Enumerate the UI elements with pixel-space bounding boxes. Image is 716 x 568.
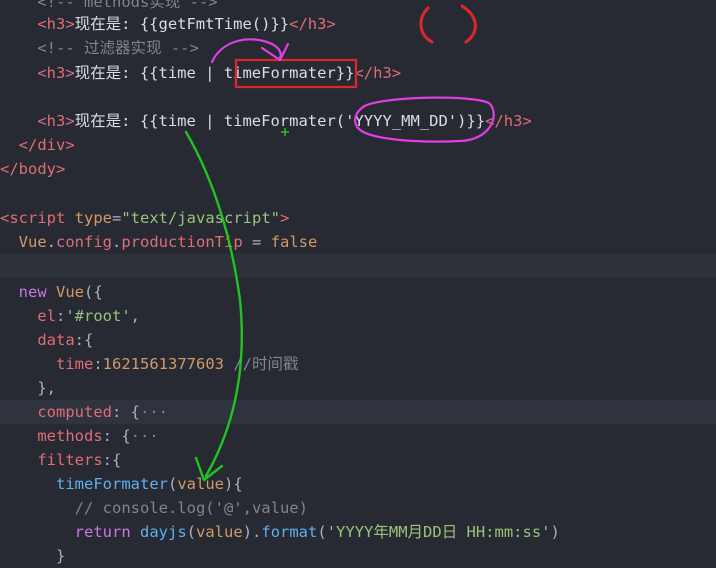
vue-class: Vue — [56, 283, 85, 301]
html-comment: <!-- 过滤器实现 --> — [37, 39, 199, 57]
time-key: time — [56, 355, 94, 373]
code-line: return dayjs(value).format('YYYY年MM月DD日 … — [0, 520, 716, 544]
h3-open-tag: <h3> — [37, 112, 75, 130]
code-line: </body> — [0, 157, 716, 181]
computed-key: computed — [37, 403, 112, 421]
h3-open-tag: <h3> — [37, 64, 75, 82]
h3-text: 现在是: {{time | — [74, 64, 224, 82]
h3-text: 现在是: {{getFmtTime()}} — [74, 15, 290, 33]
line-comment: // console.log('@',value) — [74, 499, 308, 517]
dayjs-call: dayjs — [140, 523, 187, 541]
dot: . — [46, 233, 57, 251]
methods-key: methods — [37, 427, 103, 445]
current-line — [0, 254, 716, 278]
code-line: timeFormater(value){ — [0, 472, 716, 496]
filter-name: timeFormater — [223, 112, 336, 130]
h3-close-tag: </h3> — [354, 64, 402, 82]
h3-text: }} — [466, 112, 486, 130]
attribute-value: "text/javascript" — [121, 209, 280, 227]
code-line: <!-- 过滤器实现 --> — [0, 36, 716, 60]
colon: : — [93, 355, 103, 373]
argument: value — [196, 523, 243, 541]
return-keyword: return — [74, 523, 131, 541]
punctuation: ({ — [84, 283, 103, 301]
punctuation: } — [56, 547, 66, 565]
code-line: <script type="text/javascript"> — [0, 206, 716, 230]
code-line: time:1621561377603 //时间戳 — [0, 352, 716, 376]
code-line: data:{ — [0, 328, 716, 352]
dot: . — [112, 233, 122, 251]
code-line: }, — [0, 376, 716, 400]
punctuation: :{ — [102, 451, 122, 469]
punctuation: :{ — [74, 331, 94, 349]
tag-end: > — [279, 209, 290, 227]
production-tip-property: productionTip — [121, 233, 243, 251]
format-string: 'YYYY年MM月DD日 HH:mm:ss' — [326, 523, 551, 541]
timestamp-number: 1621561377603 — [102, 355, 224, 373]
filter-argument: ('YYYY_MM_DD') — [335, 112, 467, 130]
code-line: // console.log('@',value) — [0, 496, 716, 520]
el-value: '#root' — [65, 307, 131, 325]
div-close-tag: </div> — [18, 136, 75, 154]
filters-key: filters — [37, 451, 103, 469]
punctuation: ). — [242, 523, 262, 541]
body-close-tag: </body> — [0, 160, 66, 178]
code-line: } — [0, 544, 716, 568]
h3-open-tag: <h3> — [37, 15, 75, 33]
punctuation: ( — [317, 523, 327, 541]
line-comment: //时间戳 — [224, 355, 299, 373]
h3-text: }} — [335, 64, 355, 82]
filter-name: timeFormater — [223, 64, 336, 82]
h3-close-tag: </h3> — [289, 15, 336, 33]
format-call: format — [261, 523, 318, 541]
h3-close-tag: </h3> — [485, 112, 532, 130]
parameter: value — [177, 475, 224, 493]
folded-line[interactable]: computed: {··· — [0, 400, 716, 424]
colon: : — [56, 307, 66, 325]
assignment: = — [242, 233, 271, 251]
code-line: new Vue({ — [0, 280, 716, 304]
comma: , — [130, 307, 141, 325]
attribute-name: type — [74, 209, 112, 227]
html-comment: <!-- methods实现 --> — [37, 0, 218, 11]
code-line: <h3>现在是: {{time | timeFormater('YYYY_MM_… — [0, 109, 716, 133]
fold-ellipsis-icon[interactable]: ··· — [140, 403, 168, 421]
code-line: <h3>现在是: {{time | timeFormater}}</h3> — [0, 61, 716, 85]
vue-identifier: Vue — [18, 233, 47, 251]
script-open-tag: <script — [0, 209, 66, 227]
false-literal: false — [270, 233, 318, 251]
code-line: <h3>现在是: {{getFmtTime()}}</h3> — [0, 12, 716, 36]
code-editor[interactable]: <!-- methods实现 --> <h3>现在是: {{getFmtTime… — [0, 0, 716, 565]
punctuation: ( — [186, 523, 197, 541]
code-line: </div> — [0, 133, 716, 157]
data-key: data — [37, 331, 75, 349]
code-line: Vue.config.productionTip = false — [0, 230, 716, 254]
code-line: filters:{ — [0, 448, 716, 472]
filter-function-name: timeFormater — [56, 475, 168, 493]
punctuation: ( — [167, 475, 178, 493]
punctuation: : { — [102, 427, 131, 445]
new-keyword: new — [18, 283, 47, 301]
folded-line[interactable]: methods: {··· — [0, 424, 716, 448]
punctuation: : { — [111, 403, 140, 421]
el-key: el — [37, 307, 56, 325]
punctuation: }, — [37, 379, 56, 397]
config-property: config — [56, 233, 113, 251]
h3-text: 现在是: {{time | — [74, 112, 224, 130]
fold-ellipsis-icon[interactable]: ··· — [131, 427, 159, 445]
punctuation: ){ — [224, 475, 243, 493]
equals-sign: = — [112, 209, 122, 227]
punctuation: ) — [550, 523, 560, 541]
code-line: el:'#root', — [0, 304, 716, 328]
